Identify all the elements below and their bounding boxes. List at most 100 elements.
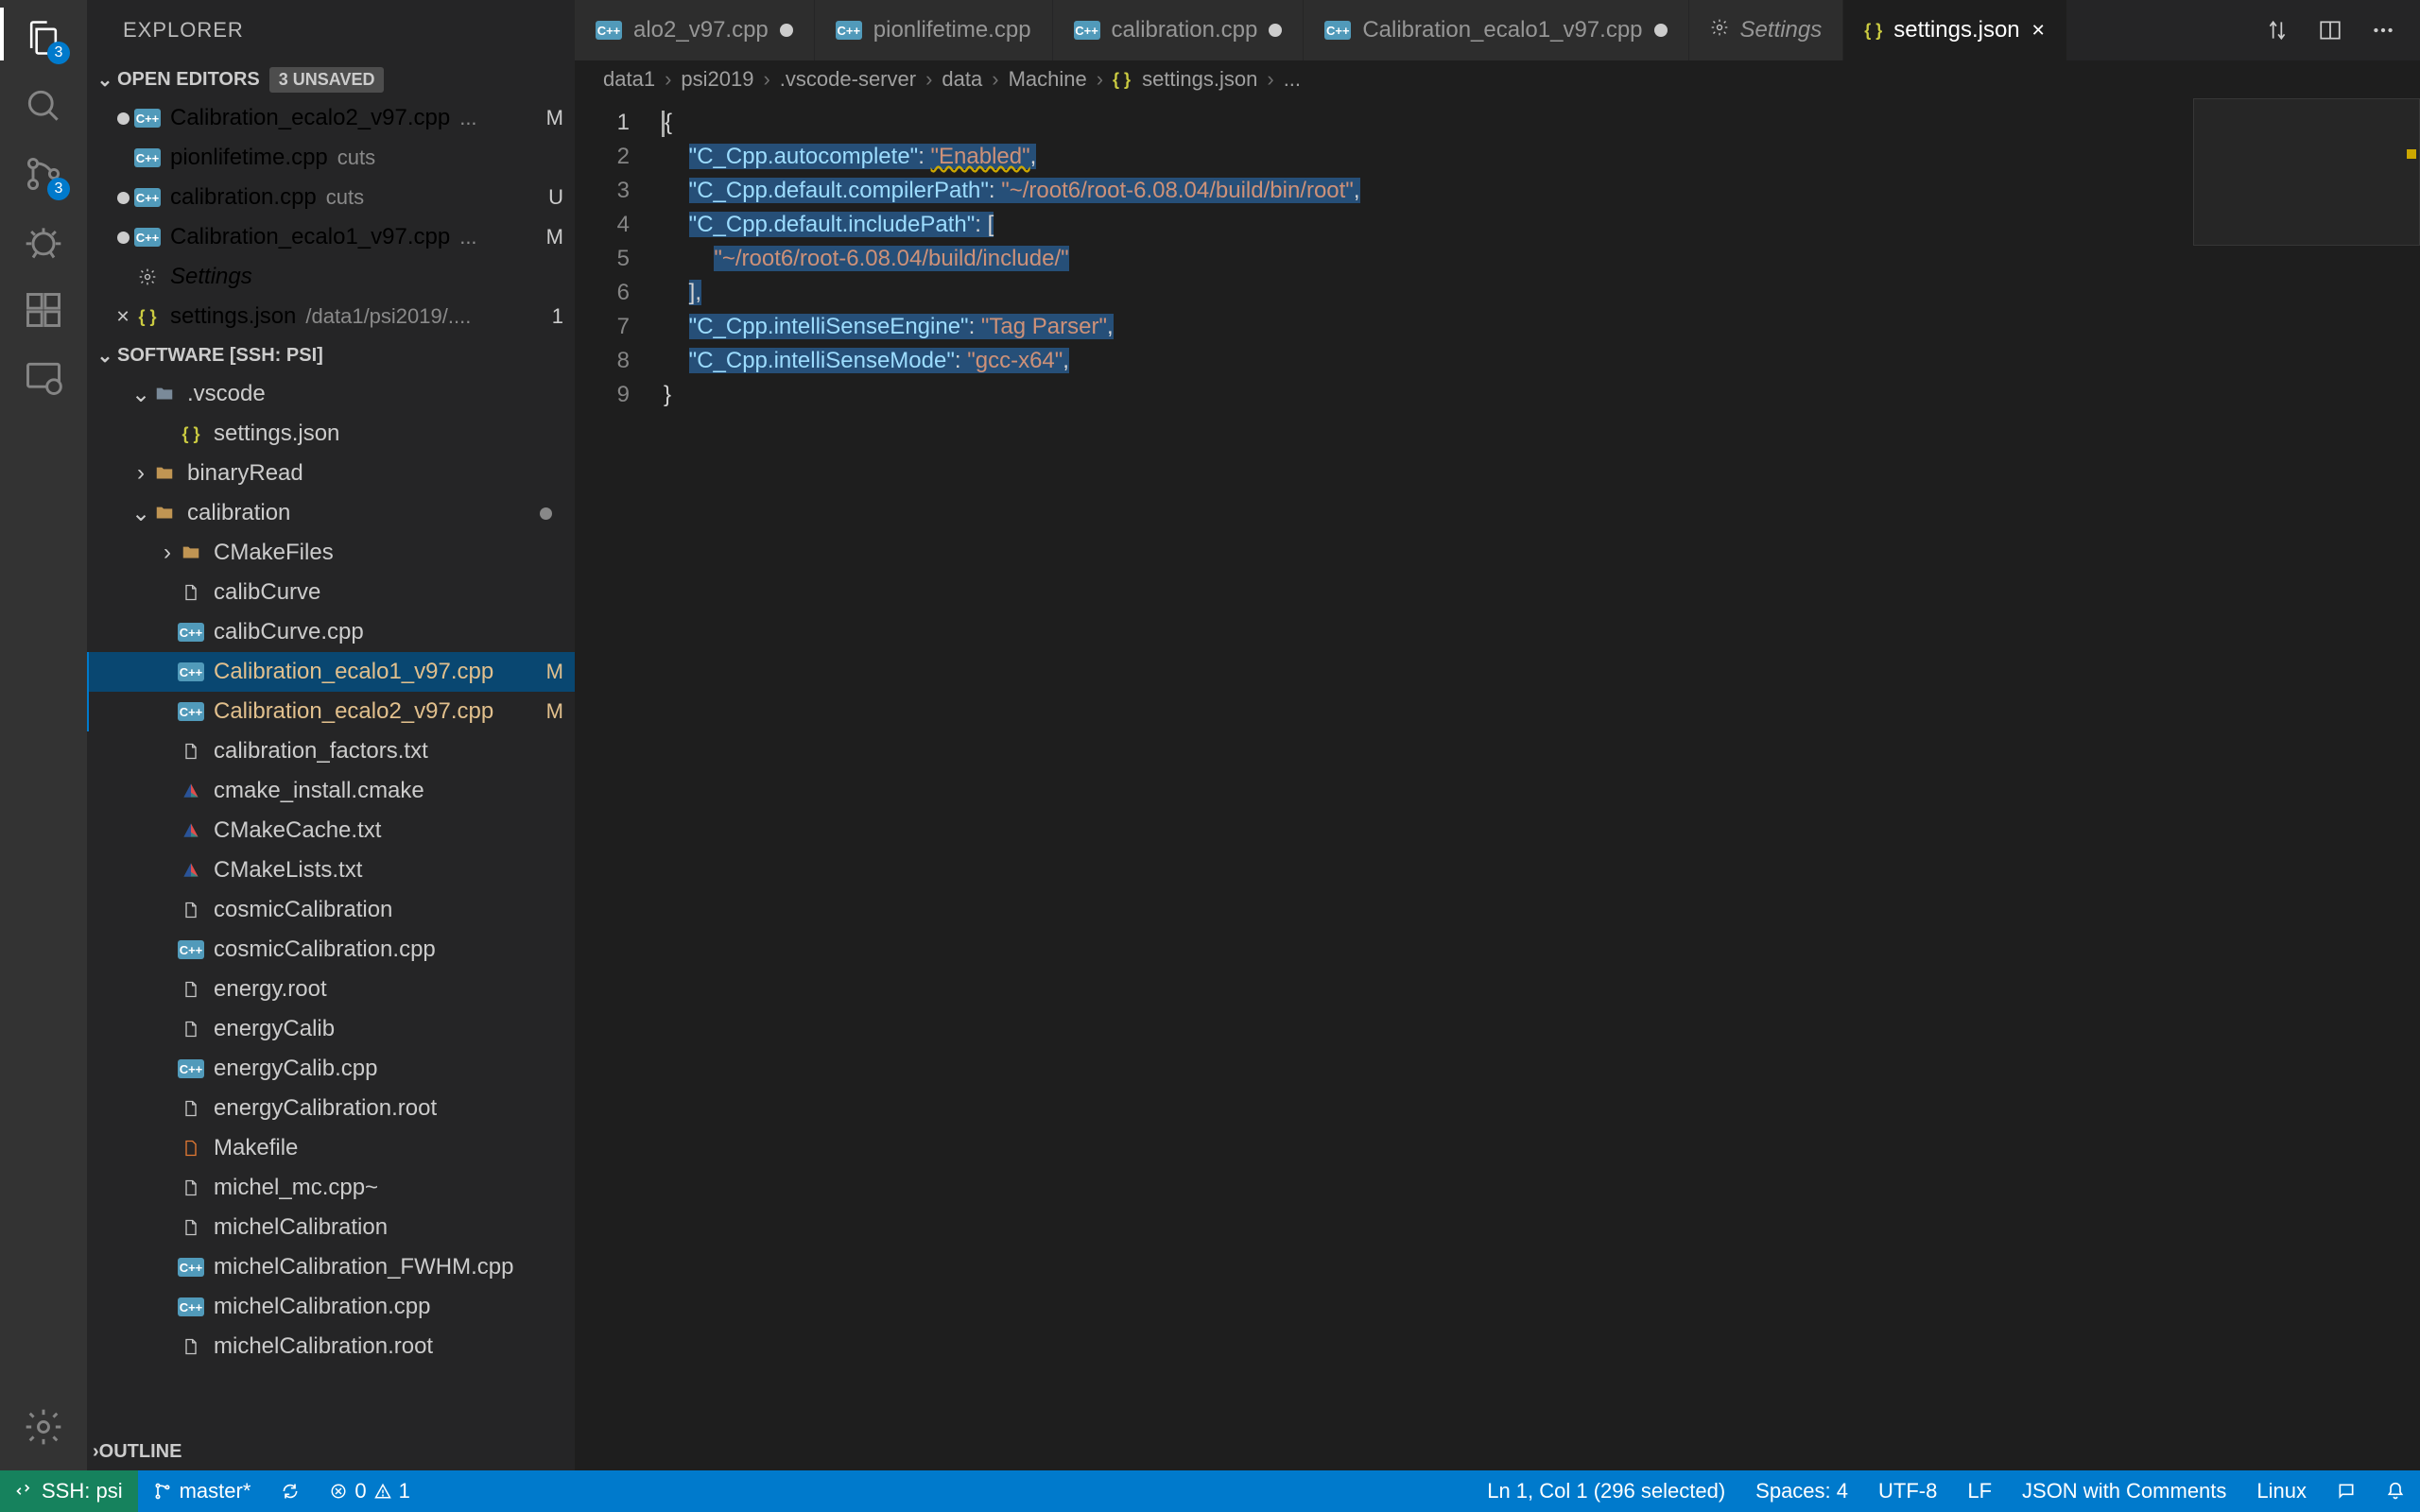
folder-icon	[151, 381, 178, 407]
breadcrumb-segment[interactable]: psi2019	[681, 67, 753, 92]
outline-label: OUTLINE	[99, 1441, 182, 1463]
tree-item[interactable]: CMakeCache.txt	[87, 811, 575, 850]
status-cursor[interactable]: Ln 1, Col 1 (296 selected)	[1472, 1470, 1740, 1512]
tree-item-label: Calibration_ecalo1_v97.cpp	[214, 659, 493, 685]
status-lang[interactable]: JSON with Comments	[2007, 1470, 2241, 1512]
status-problems[interactable]: 0 1	[315, 1470, 425, 1512]
tree-item[interactable]: energyCalibration.root	[87, 1089, 575, 1128]
error-icon	[330, 1483, 347, 1500]
tree-item[interactable]: ›binaryRead	[87, 454, 575, 493]
tree-item[interactable]: C++michelCalibration_FWHM.cpp	[87, 1247, 575, 1287]
status-bell[interactable]	[2371, 1470, 2420, 1512]
gear-icon	[134, 264, 161, 290]
editor-tab[interactable]: C++Calibration_ecalo1_v97.cpp	[1304, 0, 1688, 60]
tree-item[interactable]: C++calibCurve.cpp	[87, 612, 575, 652]
status-sync[interactable]	[266, 1470, 315, 1512]
split-icon[interactable]	[2318, 18, 2342, 43]
tree-item-label: calibration_factors.txt	[214, 738, 428, 765]
tree-item[interactable]: { }settings.json	[87, 414, 575, 454]
open-editor-item[interactable]: ✕ { }settings.json/data1/psi2019/....1	[87, 297, 575, 336]
tree-item-label: michelCalibration	[214, 1214, 388, 1241]
tree-item[interactable]: C++energyCalib.cpp	[87, 1049, 575, 1089]
breadcrumb-segment[interactable]: data1	[603, 67, 655, 92]
cpp-icon: C++	[1324, 21, 1351, 40]
status-os[interactable]: Linux	[2241, 1470, 2322, 1512]
open-editor-item[interactable]: C++calibration.cppcutsU	[87, 178, 575, 217]
cpp-icon: C++	[1074, 21, 1100, 40]
open-editor-item[interactable]: C++pionlifetime.cppcuts	[87, 138, 575, 178]
tree-item[interactable]: ⌄.vscode	[87, 374, 575, 414]
breadcrumb-segment[interactable]: ...	[1284, 67, 1301, 92]
editor-tab[interactable]: C++pionlifetime.cpp	[815, 0, 1053, 60]
tree-item[interactable]: ⌄ calibration	[87, 493, 575, 533]
status-encoding[interactable]: UTF-8	[1863, 1470, 1952, 1512]
editor-tab[interactable]: { }settings.json✕	[1843, 0, 2067, 60]
open-editor-item[interactable]: Settings	[87, 257, 575, 297]
outline-header[interactable]: › OUTLINE	[87, 1433, 575, 1470]
tree-item[interactable]: michelCalibration	[87, 1208, 575, 1247]
tab-label: calibration.cpp	[1112, 17, 1258, 43]
tree-item-label: michelCalibration.cpp	[214, 1294, 430, 1320]
tree-item[interactable]: C++cosmicCalibration.cpp	[87, 930, 575, 970]
open-editor-item[interactable]: C++Calibration_ecalo2_v97.cpp...M	[87, 98, 575, 138]
breadcrumb[interactable]: data1›psi2019›.vscode-server›data›Machin…	[575, 60, 2420, 98]
tree-item[interactable]: michelCalibration.root	[87, 1327, 575, 1366]
cpp-icon: C++	[134, 184, 161, 211]
breadcrumb-segment[interactable]: Machine	[1009, 67, 1087, 92]
breadcrumb-segment[interactable]: data	[942, 67, 982, 92]
activity-settings[interactable]	[19, 1402, 68, 1452]
tab-bar: C++alo2_v97.cppC++pionlifetime.cpp C++ cal…	[575, 0, 2420, 60]
tree-item-label: calibration	[187, 500, 290, 526]
scm-badge: 3	[47, 178, 70, 200]
editor-tab[interactable]: Settings	[1689, 0, 1844, 60]
cpp-icon: C++	[178, 1056, 204, 1082]
close-icon[interactable]: ✕	[2031, 21, 2046, 41]
tree-item[interactable]: energy.root	[87, 970, 575, 1009]
tree-item-label: energyCalib	[214, 1016, 335, 1042]
minimap[interactable]	[2193, 98, 2420, 1470]
activity-extensions[interactable]	[19, 285, 68, 335]
tree-item[interactable]: energyCalib	[87, 1009, 575, 1049]
tree-item[interactable]: cmake_install.cmake	[87, 771, 575, 811]
open-editor-item[interactable]: C++Calibration_ecalo1_v97.cpp...M	[87, 217, 575, 257]
open-editor-label: Calibration_ecalo1_v97.cpp	[170, 224, 450, 250]
tree-item[interactable]: C++Calibration_ecalo2_v97.cppM	[87, 692, 575, 731]
editor-tab[interactable]: C++alo2_v97.cpp	[575, 0, 815, 60]
activity-search[interactable]	[19, 81, 68, 130]
open-editors-header[interactable]: ⌄ OPEN EDITORS 3 UNSAVED	[87, 60, 575, 98]
editor-body[interactable]: 123456789 { "C_Cpp.autocomplete": "Enabl…	[575, 98, 2420, 1470]
compare-icon[interactable]	[2265, 18, 2290, 43]
status-spaces[interactable]: Spaces: 4	[1740, 1470, 1863, 1512]
activity-explorer[interactable]: 3	[19, 13, 68, 62]
status-branch[interactable]: master*	[138, 1470, 267, 1512]
tree-item[interactable]: CMakeLists.txt	[87, 850, 575, 890]
activity-debug[interactable]	[19, 217, 68, 266]
tree-item[interactable]: calibration_factors.txt	[87, 731, 575, 771]
more-icon[interactable]	[2371, 18, 2395, 43]
activity-scm[interactable]: 3	[19, 149, 68, 198]
workspace-header[interactable]: ⌄ SOFTWARE [SSH: PSI]	[87, 336, 575, 374]
status-remote[interactable]: SSH: psi	[0, 1470, 138, 1512]
tree-item[interactable]: michel_mc.cpp~	[87, 1168, 575, 1208]
chevron-icon: ›	[157, 540, 178, 566]
tree-item[interactable]: Makefile	[87, 1128, 575, 1168]
code-content[interactable]: { "C_Cpp.autocomplete": "Enabled", "C_Cp…	[664, 98, 2420, 1470]
tree-item-label: settings.json	[214, 421, 339, 447]
unsaved-badge: 3 UNSAVED	[269, 67, 385, 93]
tree-item[interactable]: cosmicCalibration	[87, 890, 575, 930]
status-feedback[interactable]	[2322, 1470, 2371, 1512]
tab-label: settings.json	[1893, 17, 2019, 43]
tree-item[interactable]: C++Calibration_ecalo1_v97.cppM	[87, 652, 575, 692]
tree-item[interactable]: C++michelCalibration.cpp	[87, 1287, 575, 1327]
breadcrumb-segment[interactable]: .vscode-server	[780, 67, 916, 92]
tree-item[interactable]: calibCurve	[87, 573, 575, 612]
editor-tab[interactable]: C++ calibration.cpp	[1053, 0, 1305, 60]
tree-item-label: michel_mc.cpp~	[214, 1175, 378, 1201]
status-eol[interactable]: LF	[1952, 1470, 2007, 1512]
tree-item[interactable]: ›CMakeFiles	[87, 533, 575, 573]
file-icon	[178, 1214, 204, 1241]
tree-item-label: calibCurve.cpp	[214, 619, 364, 645]
activity-remote[interactable]	[19, 353, 68, 403]
breadcrumb-segment[interactable]: settings.json	[1142, 67, 1257, 92]
chevron-icon: ⌄	[130, 500, 151, 527]
